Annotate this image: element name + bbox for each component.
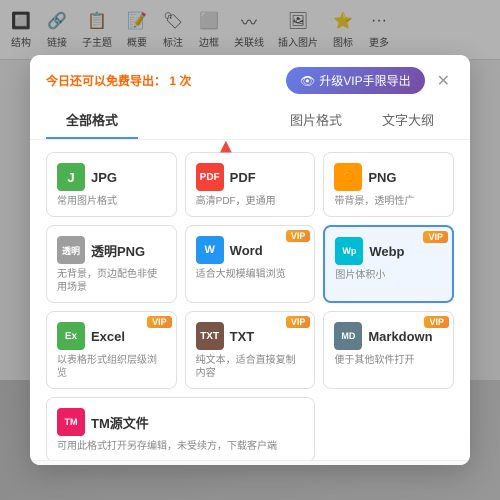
free-export-text: 今日还可以免费导出： 1 次	[46, 72, 191, 89]
format-jpg-header: J JPG	[57, 163, 166, 191]
export-modal: 今日还可以免费导出： 1 次 👁 升级VIP手限导出 ✕ 全部格式 图片格式	[30, 55, 470, 465]
pdf-icon: PDF	[196, 163, 224, 191]
tab-all-formats[interactable]: 全部格式	[46, 102, 138, 139]
format-markdown[interactable]: MD Markdown 便于其他软件打开 VIP	[323, 311, 454, 389]
tab-all-formats-label: 全部格式	[66, 113, 118, 128]
format-tm-name: TM源文件	[91, 413, 149, 432]
format-txt-name: TXT	[230, 329, 255, 344]
format-tm[interactable]: TM TM源文件 可用此格式打开另存编辑，未受续方，下载客户端 ▼	[46, 397, 315, 460]
txt-icon: TXT	[196, 322, 224, 350]
format-tm-desc: 可用此格式打开另存编辑，未受续方，下载客户端	[57, 440, 304, 453]
format-png-desc: 带背景，透明性广	[334, 195, 443, 208]
jpg-icon: J	[57, 163, 85, 191]
format-word-name: Word	[230, 243, 263, 258]
tab-image-formats[interactable]: 图片格式	[270, 102, 362, 139]
format-transparent-png[interactable]: 透明 透明PNG 无背景，页边配色非使用场景	[46, 225, 177, 303]
format-webp-name: Webp	[369, 244, 404, 259]
tab-text-outline[interactable]: 文字大纲	[362, 102, 454, 139]
format-webp-desc: 图片体积小	[335, 269, 442, 282]
resolution-bar: 清晰度： 标清：72dpi（适合浏览览） 超清：300dpi（适合打印）	[30, 460, 470, 465]
txt-vip-badge: VIP	[286, 316, 311, 328]
markdown-vip-badge: VIP	[424, 316, 449, 328]
format-pdf-name: PDF	[230, 170, 256, 185]
format-word-desc: 适合大规模编辑浏览	[196, 268, 305, 281]
format-jpg[interactable]: J JPG 常用图片格式	[46, 152, 177, 217]
modal-close-button[interactable]: ✕	[433, 71, 454, 91]
excel-vip-badge: VIP	[147, 316, 172, 328]
modal-header-top: 今日还可以免费导出： 1 次 👁 升级VIP手限导出 ✕	[46, 67, 454, 94]
tpng-icon: 透明	[57, 236, 85, 264]
format-word[interactable]: W Word 适合大规模编辑浏览 VIP	[185, 225, 316, 303]
format-txt-desc: 纯文本，适合直接复制内容	[196, 354, 305, 380]
format-tpng-desc: 无背景，页边配色非使用场景	[57, 268, 166, 294]
modal-tabs: 全部格式 图片格式 文字大纲	[46, 102, 454, 139]
webp-icon: Wp	[335, 237, 363, 265]
format-png[interactable]: 🟠 PNG 带背景，透明性广	[323, 152, 454, 217]
format-pdf-header: PDF PDF	[196, 163, 305, 191]
format-pdf[interactable]: PDF PDF 高清PDF，更通用 ▼	[185, 152, 316, 217]
format-jpg-name: JPG	[91, 170, 117, 185]
format-png-header: 🟠 PNG	[334, 163, 443, 191]
format-markdown-desc: 便于其他软件打开	[334, 354, 443, 367]
modal-overlay[interactable]: 今日还可以免费导出： 1 次 👁 升级VIP手限导出 ✕ 全部格式 图片格式	[0, 0, 500, 500]
eye-icon: 👁	[300, 74, 315, 88]
format-tpng-name: 透明PNG	[91, 241, 145, 260]
vip-upgrade-button[interactable]: 👁 升级VIP手限导出	[286, 67, 425, 94]
format-tm-header: TM TM源文件	[57, 408, 304, 436]
format-tpng-header: 透明 透明PNG	[57, 236, 166, 264]
format-jpg-desc: 常用图片格式	[57, 195, 166, 208]
webp-vip-badge: VIP	[423, 231, 448, 243]
format-grid: J JPG 常用图片格式 PDF PDF 高清PDF，更通用 ▼	[46, 152, 454, 460]
png-icon: 🟠	[334, 163, 362, 191]
free-export-count: 1 次	[169, 74, 191, 88]
vip-upgrade-label: 升级VIP手限导出	[319, 72, 410, 89]
tab-image-formats-label: 图片格式	[290, 113, 342, 128]
arrow-pdf: ▼	[216, 140, 236, 158]
word-vip-badge: VIP	[286, 230, 311, 242]
format-txt[interactable]: TXT TXT 纯文本，适合直接复制内容 VIP	[185, 311, 316, 389]
word-icon: W	[196, 236, 224, 264]
format-png-name: PNG	[368, 170, 396, 185]
markdown-icon: MD	[334, 322, 362, 350]
format-excel-name: Excel	[91, 329, 125, 344]
format-excel-desc: 以表格形式组织层级浏览	[57, 354, 166, 380]
format-webp[interactable]: Wp Webp 图片体积小 VIP	[323, 225, 454, 303]
format-pdf-desc: 高清PDF，更通用	[196, 195, 305, 208]
tm-icon: TM	[57, 408, 85, 436]
tab-text-outline-label: 文字大纲	[382, 113, 434, 128]
modal-header: 今日还可以免费导出： 1 次 👁 升级VIP手限导出 ✕ 全部格式 图片格式	[30, 55, 470, 140]
modal-body: J JPG 常用图片格式 PDF PDF 高清PDF，更通用 ▼	[30, 140, 470, 460]
excel-icon: Ex	[57, 322, 85, 350]
free-export-label: 今日还可以免费导出：	[46, 74, 166, 88]
format-excel[interactable]: Ex Excel 以表格形式组织层级浏览 VIP	[46, 311, 177, 389]
format-markdown-name: Markdown	[368, 329, 432, 344]
